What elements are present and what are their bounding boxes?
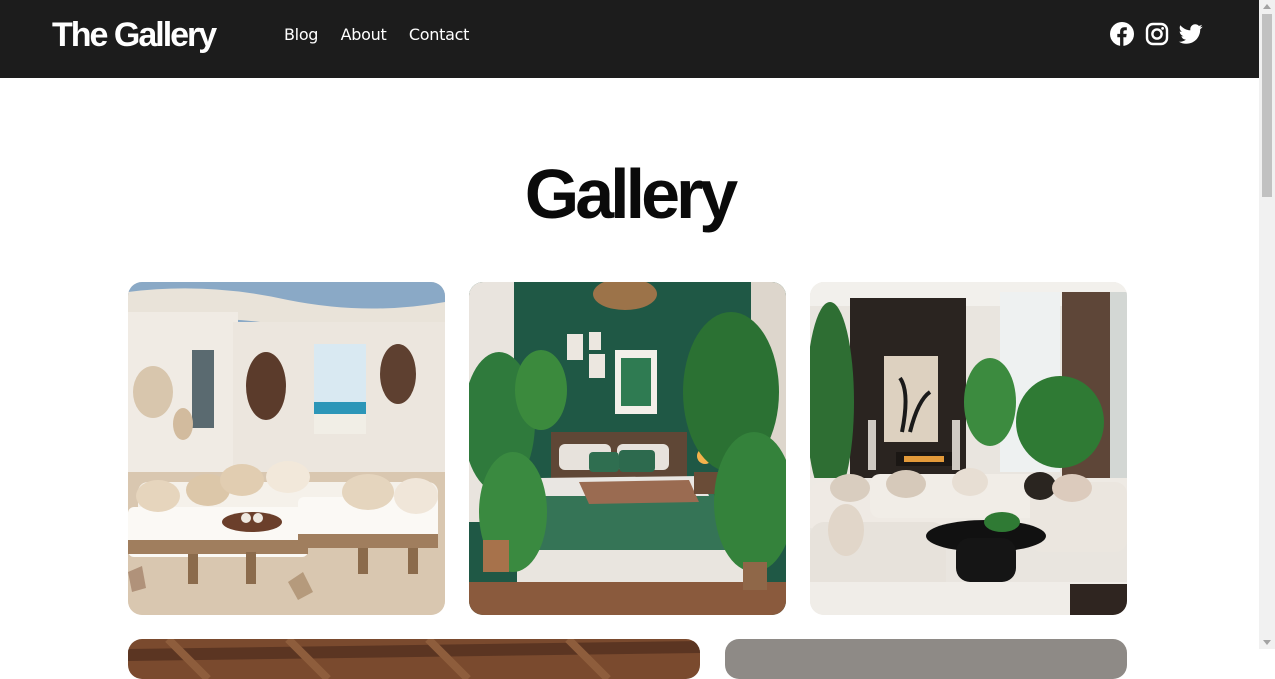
wood-interior-image[interactable] [128, 639, 700, 679]
page-title: Gallery [524, 155, 738, 233]
twitter-icon[interactable] [1178, 22, 1204, 46]
gray-interior-image[interactable] [725, 639, 1127, 679]
nav-link-blog[interactable]: Blog [284, 25, 318, 44]
main-nav: Blog About Contact [284, 24, 487, 46]
facebook-icon[interactable] [1110, 22, 1134, 46]
page-scrollbar[interactable] [1259, 0, 1275, 649]
top-navbar: The Gallery Blog About Contact [0, 0, 1259, 78]
nav-link-contact[interactable]: Contact [409, 25, 469, 44]
nav-link-about[interactable]: About [341, 25, 387, 44]
brand-logo[interactable]: The Gallery [52, 13, 217, 57]
scrollbar-thumb[interactable] [1262, 14, 1272, 197]
instagram-icon[interactable] [1145, 22, 1169, 46]
green-bedroom-image[interactable] [469, 282, 786, 615]
scroll-down-arrow-icon[interactable] [1263, 640, 1271, 645]
modern-living-room-image[interactable] [810, 282, 1127, 615]
beach-lounge-image[interactable] [128, 282, 445, 615]
scroll-up-arrow-icon[interactable] [1263, 4, 1271, 9]
